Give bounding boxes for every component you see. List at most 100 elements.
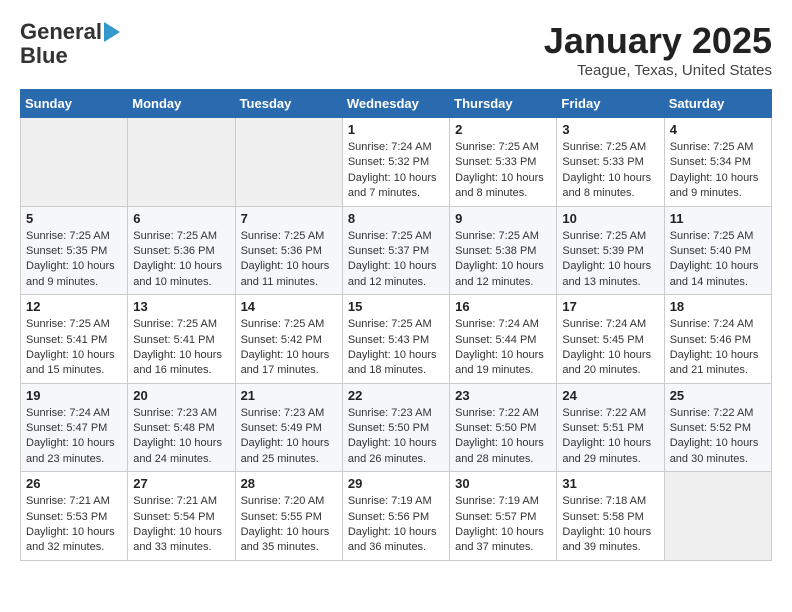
day-number: 30 bbox=[455, 476, 551, 491]
calendar-table: SundayMondayTuesdayWednesdayThursdayFrid… bbox=[20, 89, 772, 561]
day-info: Sunrise: 7:20 AMSunset: 5:55 PMDaylight:… bbox=[241, 494, 337, 556]
day-info: Sunrise: 7:21 AMSunset: 5:54 PMDaylight:… bbox=[133, 494, 229, 556]
calendar-cell: 6 Sunrise: 7:25 AMSunset: 5:36 PMDaylight… bbox=[128, 206, 235, 295]
day-info: Sunrise: 7:25 AMSunset: 5:33 PMDaylight:… bbox=[455, 140, 551, 202]
day-number: 11 bbox=[670, 211, 766, 226]
calendar-cell: 18 Sunrise: 7:24 AMSunset: 5:46 PMDayligh… bbox=[664, 295, 771, 384]
day-info: Sunrise: 7:24 AMSunset: 5:46 PMDaylight:… bbox=[670, 317, 766, 379]
day-info: Sunrise: 7:25 AMSunset: 5:41 PMDaylight:… bbox=[26, 317, 122, 379]
calendar-cell: 29 Sunrise: 7:19 AMSunset: 5:56 PMDayligh… bbox=[342, 472, 449, 561]
day-number: 3 bbox=[562, 122, 658, 137]
calendar-cell: 20 Sunrise: 7:23 AMSunset: 5:48 PMDayligh… bbox=[128, 383, 235, 472]
day-number: 7 bbox=[241, 211, 337, 226]
day-number: 1 bbox=[348, 122, 444, 137]
day-info: Sunrise: 7:25 AMSunset: 5:37 PMDaylight:… bbox=[348, 229, 444, 291]
calendar-cell: 22 Sunrise: 7:23 AMSunset: 5:50 PMDayligh… bbox=[342, 383, 449, 472]
day-info: Sunrise: 7:24 AMSunset: 5:47 PMDaylight:… bbox=[26, 406, 122, 468]
col-header-saturday: Saturday bbox=[664, 90, 771, 118]
logo-text-blue: Blue bbox=[20, 44, 68, 68]
calendar-cell: 5 Sunrise: 7:25 AMSunset: 5:35 PMDaylight… bbox=[21, 206, 128, 295]
calendar-week-row: 1 Sunrise: 7:24 AMSunset: 5:32 PMDaylight… bbox=[21, 118, 772, 207]
day-info: Sunrise: 7:21 AMSunset: 5:53 PMDaylight:… bbox=[26, 494, 122, 556]
calendar-cell bbox=[128, 118, 235, 207]
day-info: Sunrise: 7:23 AMSunset: 5:50 PMDaylight:… bbox=[348, 406, 444, 468]
calendar-cell: 1 Sunrise: 7:24 AMSunset: 5:32 PMDaylight… bbox=[342, 118, 449, 207]
day-number: 19 bbox=[26, 388, 122, 403]
day-number: 24 bbox=[562, 388, 658, 403]
calendar-week-row: 12 Sunrise: 7:25 AMSunset: 5:41 PMDayligh… bbox=[21, 295, 772, 384]
day-info: Sunrise: 7:24 AMSunset: 5:44 PMDaylight:… bbox=[455, 317, 551, 379]
day-number: 29 bbox=[348, 476, 444, 491]
calendar-cell: 3Sunrise: 7:25 AMSunset: 5:33 PMDaylight… bbox=[557, 118, 664, 207]
calendar-cell: 27 Sunrise: 7:21 AMSunset: 5:54 PMDayligh… bbox=[128, 472, 235, 561]
day-info: Sunrise: 7:22 AMSunset: 5:50 PMDaylight:… bbox=[455, 406, 551, 468]
day-number: 20 bbox=[133, 388, 229, 403]
calendar-week-row: 26 Sunrise: 7:21 AMSunset: 5:53 PMDayligh… bbox=[21, 472, 772, 561]
calendar-cell: 15Sunrise: 7:25 AMSunset: 5:43 PMDayligh… bbox=[342, 295, 449, 384]
logo: General Blue bbox=[20, 20, 120, 68]
day-number: 12 bbox=[26, 299, 122, 314]
calendar-cell: 9Sunrise: 7:25 AMSunset: 5:38 PMDaylight… bbox=[450, 206, 557, 295]
day-info: Sunrise: 7:25 AMSunset: 5:42 PMDaylight:… bbox=[241, 317, 337, 379]
calendar-cell: 4 Sunrise: 7:25 AMSunset: 5:34 PMDaylight… bbox=[664, 118, 771, 207]
day-info: Sunrise: 7:25 AMSunset: 5:38 PMDaylight:… bbox=[455, 229, 551, 291]
day-info: Sunrise: 7:19 AMSunset: 5:56 PMDaylight:… bbox=[348, 494, 444, 556]
day-number: 8 bbox=[348, 211, 444, 226]
col-header-wednesday: Wednesday bbox=[342, 90, 449, 118]
calendar-subtitle: Teague, Texas, United States bbox=[544, 62, 772, 79]
col-header-friday: Friday bbox=[557, 90, 664, 118]
calendar-title: January 2025 bbox=[544, 20, 772, 62]
col-header-monday: Monday bbox=[128, 90, 235, 118]
day-info: Sunrise: 7:25 AMSunset: 5:36 PMDaylight:… bbox=[133, 229, 229, 291]
calendar-week-row: 5 Sunrise: 7:25 AMSunset: 5:35 PMDaylight… bbox=[21, 206, 772, 295]
calendar-cell: 16Sunrise: 7:24 AMSunset: 5:44 PMDayligh… bbox=[450, 295, 557, 384]
day-number: 26 bbox=[26, 476, 122, 491]
day-info: Sunrise: 7:22 AMSunset: 5:51 PMDaylight:… bbox=[562, 406, 658, 468]
calendar-cell: 23 Sunrise: 7:22 AMSunset: 5:50 PMDayligh… bbox=[450, 383, 557, 472]
day-number: 14 bbox=[241, 299, 337, 314]
day-info: Sunrise: 7:25 AMSunset: 5:34 PMDaylight:… bbox=[670, 140, 766, 202]
day-number: 18 bbox=[670, 299, 766, 314]
calendar-cell bbox=[664, 472, 771, 561]
calendar-cell: 26 Sunrise: 7:21 AMSunset: 5:53 PMDayligh… bbox=[21, 472, 128, 561]
calendar-cell: 17 Sunrise: 7:24 AMSunset: 5:45 PMDayligh… bbox=[557, 295, 664, 384]
calendar-cell: 2 Sunrise: 7:25 AMSunset: 5:33 PMDaylight… bbox=[450, 118, 557, 207]
calendar-cell: 19 Sunrise: 7:24 AMSunset: 5:47 PMDayligh… bbox=[21, 383, 128, 472]
day-info: Sunrise: 7:24 AMSunset: 5:45 PMDaylight:… bbox=[562, 317, 658, 379]
day-number: 23 bbox=[455, 388, 551, 403]
col-header-thursday: Thursday bbox=[450, 90, 557, 118]
day-number: 28 bbox=[241, 476, 337, 491]
day-number: 31 bbox=[562, 476, 658, 491]
day-number: 17 bbox=[562, 299, 658, 314]
day-info: Sunrise: 7:22 AMSunset: 5:52 PMDaylight:… bbox=[670, 406, 766, 468]
calendar-cell: 13Sunrise: 7:25 AMSunset: 5:41 PMDayligh… bbox=[128, 295, 235, 384]
day-number: 2 bbox=[455, 122, 551, 137]
title-block: January 2025 Teague, Texas, United State… bbox=[544, 20, 772, 79]
day-info: Sunrise: 7:19 AMSunset: 5:57 PMDaylight:… bbox=[455, 494, 551, 556]
calendar-header-row: SundayMondayTuesdayWednesdayThursdayFrid… bbox=[21, 90, 772, 118]
logo-arrow-icon bbox=[104, 22, 120, 42]
day-info: Sunrise: 7:25 AMSunset: 5:41 PMDaylight:… bbox=[133, 317, 229, 379]
calendar-cell: 10Sunrise: 7:25 AMSunset: 5:39 PMDayligh… bbox=[557, 206, 664, 295]
calendar-cell: 14 Sunrise: 7:25 AMSunset: 5:42 PMDayligh… bbox=[235, 295, 342, 384]
day-info: Sunrise: 7:23 AMSunset: 5:48 PMDaylight:… bbox=[133, 406, 229, 468]
calendar-cell: 21Sunrise: 7:23 AMSunset: 5:49 PMDayligh… bbox=[235, 383, 342, 472]
calendar-cell: 8 Sunrise: 7:25 AMSunset: 5:37 PMDaylight… bbox=[342, 206, 449, 295]
page-header: General Blue January 2025 Teague, Texas,… bbox=[20, 20, 772, 79]
calendar-cell: 12 Sunrise: 7:25 AMSunset: 5:41 PMDayligh… bbox=[21, 295, 128, 384]
col-header-sunday: Sunday bbox=[21, 90, 128, 118]
day-number: 27 bbox=[133, 476, 229, 491]
calendar-cell: 11Sunrise: 7:25 AMSunset: 5:40 PMDayligh… bbox=[664, 206, 771, 295]
day-info: Sunrise: 7:24 AMSunset: 5:32 PMDaylight:… bbox=[348, 140, 444, 202]
calendar-cell: 31Sunrise: 7:18 AMSunset: 5:58 PMDayligh… bbox=[557, 472, 664, 561]
day-number: 4 bbox=[670, 122, 766, 137]
calendar-week-row: 19 Sunrise: 7:24 AMSunset: 5:47 PMDayligh… bbox=[21, 383, 772, 472]
day-number: 5 bbox=[26, 211, 122, 226]
day-number: 15 bbox=[348, 299, 444, 314]
day-info: Sunrise: 7:25 AMSunset: 5:36 PMDaylight:… bbox=[241, 229, 337, 291]
day-number: 21 bbox=[241, 388, 337, 403]
day-number: 22 bbox=[348, 388, 444, 403]
day-number: 6 bbox=[133, 211, 229, 226]
col-header-tuesday: Tuesday bbox=[235, 90, 342, 118]
day-info: Sunrise: 7:25 AMSunset: 5:35 PMDaylight:… bbox=[26, 229, 122, 291]
